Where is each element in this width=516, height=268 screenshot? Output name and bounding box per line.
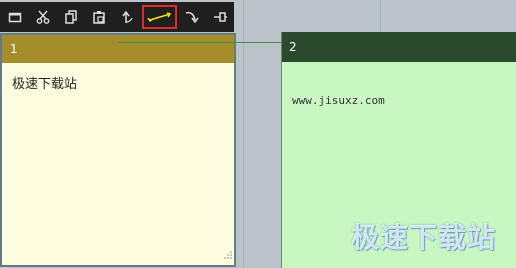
pin-button[interactable]: [207, 5, 234, 29]
copy-button[interactable]: [58, 5, 85, 29]
resize-grip-icon[interactable]: [224, 244, 232, 263]
arrow-curve-down-icon: [184, 10, 200, 24]
pin-icon: [212, 10, 228, 24]
note-link-line: [118, 42, 282, 43]
cut-icon: [36, 10, 50, 24]
paste-icon: [92, 10, 106, 24]
note-card-1[interactable]: 1 极速下载站: [0, 33, 236, 267]
link-button[interactable]: [142, 5, 178, 29]
background-divider-right: [380, 0, 381, 32]
new-note-icon: [8, 11, 22, 23]
note-number-2: 2: [289, 40, 297, 54]
background-divider-left: [243, 0, 244, 268]
cut-button[interactable]: [29, 5, 56, 29]
move-down-button[interactable]: [178, 5, 205, 29]
watermark-logo: 极速下载站: [350, 221, 496, 254]
new-note-button[interactable]: [1, 5, 28, 29]
copy-icon: [64, 10, 78, 24]
note-header-2[interactable]: 2: [282, 32, 516, 62]
move-up-button[interactable]: [114, 5, 141, 29]
note-header-1[interactable]: 1: [2, 35, 234, 63]
arrow-up-icon: [121, 10, 135, 24]
link-icon: [146, 10, 174, 24]
toolbar: [0, 2, 234, 32]
note-number-1: 1: [10, 42, 18, 56]
note-text-2[interactable]: www.jisuxz.com: [292, 94, 385, 107]
paste-button[interactable]: [86, 5, 113, 29]
note-text-1[interactable]: 极速下载站: [12, 73, 77, 92]
